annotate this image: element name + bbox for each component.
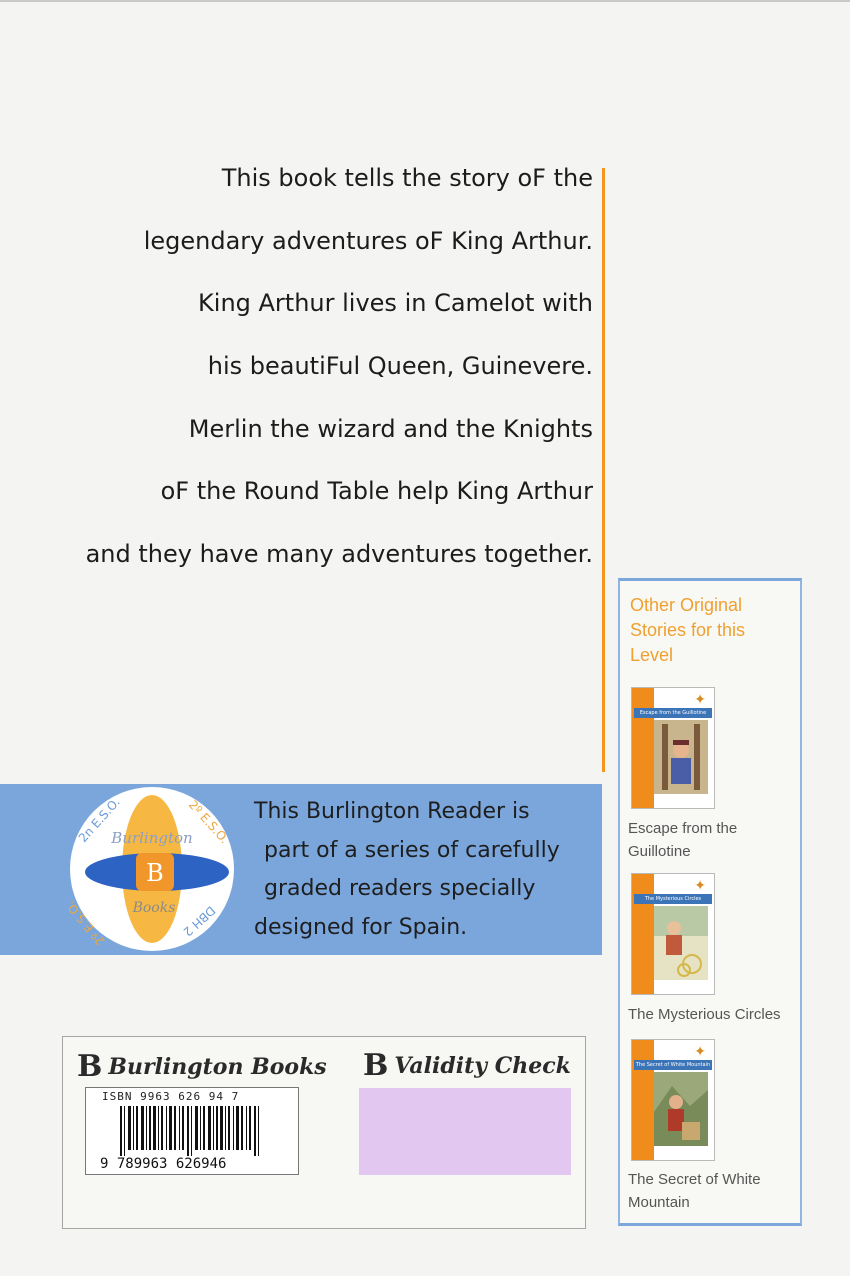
barcode-bars-icon	[120, 1106, 259, 1156]
badge-publisher: Burlington	[110, 829, 192, 847]
cover-title: Escape from the Guillotine	[634, 708, 712, 718]
series-line: This Burlington Reader is	[254, 799, 530, 824]
book-title-3[interactable]: The Secret of White Mountain	[628, 1168, 798, 1214]
series-line: graded readers specially	[264, 876, 536, 901]
ean-number: 9 789963 626946	[100, 1156, 227, 1172]
plus-icon: ✦	[694, 878, 706, 894]
barcode: ISBN 9963 626 94 7 9 789963 626946	[85, 1087, 299, 1175]
book-title-1[interactable]: Escape from the Guillotine	[628, 817, 798, 863]
blurb-line: and they have many adventures together.	[85, 540, 593, 569]
orange-divider	[602, 168, 605, 772]
publisher-panel: B Burlington Books B Validity Check ISBN 9…	[62, 1036, 586, 1229]
cover-title: The Mysterious Circles	[634, 894, 712, 904]
isbn-number: ISBN 9963 626 94 7	[102, 1090, 240, 1103]
book-cover-1[interactable]: ✦ Escape from the Guillotine	[631, 687, 715, 809]
top-rule	[0, 0, 850, 2]
cover-strip	[632, 688, 654, 808]
plus-icon: ✦	[694, 1044, 706, 1060]
burlington-logo-icon: B	[77, 1049, 103, 1084]
blurb-line: King Arthur lives in Camelot with	[198, 289, 593, 318]
publisher-logo: B Burlington Books	[77, 1047, 327, 1084]
publisher-name: Burlington Books	[108, 1054, 327, 1080]
cover-strip	[632, 874, 654, 994]
burlington-logo-icon: B	[363, 1048, 389, 1083]
badge-letter: B	[146, 859, 164, 887]
guillotine-illustration-icon	[654, 720, 708, 794]
blurb-line: legendary adventures oF King Arthur.	[143, 226, 593, 255]
book-cover-2[interactable]: ✦ The Mysterious Circles	[631, 873, 715, 995]
book-title-2[interactable]: The Mysterious Circles	[628, 1003, 798, 1026]
validity-check-box	[359, 1088, 571, 1175]
blurb-line: his beautiFul Queen, Guinevere.	[207, 352, 593, 381]
blurb-line: Merlin the wizard and the Knights	[188, 414, 593, 443]
circles-illustration-icon	[654, 906, 708, 980]
sidebar-heading: Other Original Stories for this Level	[630, 595, 746, 665]
other-stories-sidebar: Other Original Stories for this Level ✦ …	[618, 578, 802, 1226]
blurb-line: This book tells the story oF the	[221, 164, 593, 192]
series-line: part of a series of carefully	[264, 837, 560, 863]
validity-label: Validity Check	[394, 1053, 571, 1079]
cover-title: The Secret of White Mountain	[634, 1060, 712, 1070]
cover-strip	[632, 1040, 654, 1160]
level-badge-icon: B Burlington Books 2n E.S.O. 2º E.S.O. 2…	[64, 787, 234, 951]
blurb-line: oF the Round Table help King Arthur	[160, 477, 593, 506]
badge-books: Books	[132, 900, 176, 916]
mountain-illustration-icon	[654, 1072, 708, 1146]
back-cover-blurb: This book tells the story oF the legenda…	[73, 158, 593, 597]
series-line: designed for Spain.	[254, 914, 468, 940]
validity-logo: B Validity Check	[363, 1046, 571, 1083]
book-cover-3[interactable]: ✦ The Secret of White Mountain	[631, 1039, 715, 1161]
plus-icon: ✦	[694, 692, 706, 708]
series-description: This Burlington Reader is part of a seri…	[254, 793, 560, 947]
